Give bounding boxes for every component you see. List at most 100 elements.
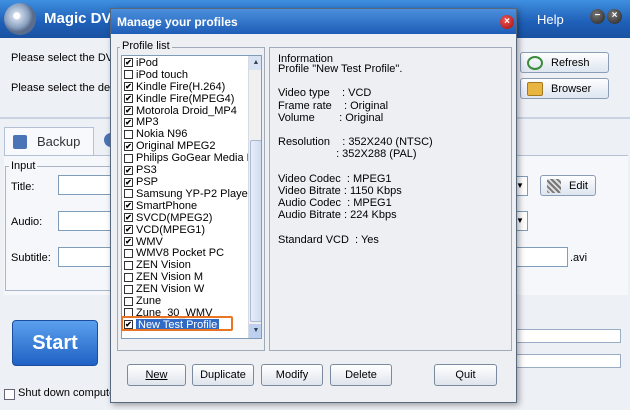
scroll-up-icon[interactable]: ▲ [249,56,261,70]
profile-item[interactable]: ✔ iPod [122,57,248,69]
profile-item[interactable]: ZEN Vision W [122,283,248,295]
profile-item[interactable]: ✔ WMV [122,236,248,248]
browser-label: Browser [551,82,592,95]
progress-bar [509,329,621,343]
profile-label: Original MPEG2 [136,140,216,153]
edit-button[interactable]: Edit [540,175,596,196]
scroll-down-icon[interactable]: ▼ [249,324,261,338]
disc-logo-icon [4,3,36,35]
profile-label: Kindle Fire(H.264) [136,80,226,93]
profile-item[interactable]: ZEN Vision [122,259,248,271]
info-line: Audio Codec : MPEG1 [278,197,392,210]
profile-checkbox[interactable]: ✔ [124,165,133,175]
profile-item[interactable]: ✔ VCD(MPEG1) [122,224,248,236]
tab-backup[interactable]: Backup [4,127,94,155]
edit-icon [547,178,561,193]
profile-checkbox[interactable] [124,260,133,270]
delete-button[interactable]: Delete [330,364,392,386]
profile-checkbox[interactable]: ✔ [124,94,133,104]
browser-button[interactable]: Browser [520,78,609,99]
profile-label: ZEN Vision [136,259,191,272]
duplicate-button[interactable]: Duplicate [192,364,254,386]
profile-checkbox[interactable]: ✔ [124,82,133,92]
help-menu[interactable]: Help [537,12,564,27]
profile-checkbox[interactable]: ✔ [124,58,133,68]
subtitle-field[interactable] [58,247,116,267]
info-line: Profile "New Test Profile". [278,63,403,75]
info-line [278,124,508,136]
profile-item[interactable]: Philips GoGear Media Play [122,152,248,164]
profile-item[interactable]: ZEN Vision M [122,271,248,283]
profile-item[interactable]: Zune [122,295,248,307]
refresh-icon [527,55,543,70]
profile-listbox[interactable]: ✔ iPod iPod touch ✔ Kindle Fire(H.264) ✔ Kindl… [121,55,262,339]
scrollbar[interactable]: ▲ ▼ [248,56,261,338]
profile-item[interactable]: ✔ Original MPEG2 [122,140,248,152]
profile-checkbox[interactable]: ✔ [124,177,133,187]
profile-label: Motorola Droid_MP4 [136,104,237,117]
new-button[interactable]: New [127,364,186,386]
profile-checkbox[interactable] [124,189,133,199]
profile-checkbox[interactable] [124,296,133,306]
profile-checkbox[interactable]: ✔ [124,106,133,116]
profile-label: Samsung YP-P2 Player [136,187,248,200]
info-line: Video type : VCD [278,87,372,100]
output-field[interactable] [508,247,568,267]
profile-checkbox[interactable] [124,248,133,258]
profile-item[interactable]: ✔ Motorola Droid_MP4 [122,105,248,117]
profile-checkbox[interactable]: ✔ [124,117,133,127]
profile-item[interactable]: ✔ SmartPhone [122,200,248,212]
refresh-button[interactable]: Refresh [520,52,609,73]
chevron-down-icon[interactable]: ▼ [516,181,524,190]
profile-checkbox[interactable] [124,153,133,163]
profile-item[interactable]: ✔ PS3 [122,164,248,176]
profile-label: WMV8 Pocket PC [136,247,225,260]
profile-item[interactable]: ✔ SVCD(MPEG2) [122,212,248,224]
profile-checkbox[interactable]: ✔ [124,213,133,223]
progress-bar-secondary [509,354,621,368]
shutdown-checkbox[interactable] [4,389,15,400]
profile-checkbox[interactable]: ✔ [124,201,133,211]
profile-checkbox[interactable]: ✔ [124,225,133,235]
info-line: Frame rate : Original [278,99,389,112]
profile-checkbox[interactable] [124,129,133,139]
modify-button[interactable]: Modify [261,364,323,386]
profile-item[interactable]: Samsung YP-P2 Player [122,188,248,200]
profile-label: MP3 [136,116,159,129]
quit-button[interactable]: Quit [434,364,497,386]
profile-checkbox[interactable] [124,284,133,294]
close-dialog-button[interactable]: × [500,15,514,29]
shutdown-label: Shut down compute [18,387,116,399]
minimize-button[interactable]: − [590,9,605,24]
audio-select[interactable] [58,211,116,231]
profile-checkbox[interactable] [124,70,133,80]
profile-item[interactable]: WMV8 Pocket PC [122,247,248,260]
info-line [278,75,508,87]
start-button[interactable]: Start [12,320,98,366]
profile-item[interactable]: Nokia N96 [122,128,248,140]
subtitle-label: Subtitle: [11,252,51,264]
destination-label: Please select the dest [11,82,119,94]
profile-checkbox[interactable]: ✔ [124,237,133,247]
tab-backup-label: Backup [37,134,81,149]
backup-icon [13,134,27,149]
profile-item[interactable]: ✔ Kindle Fire(H.264) [122,81,248,93]
edit-label: Edit [569,179,588,192]
input-legend: Input [9,160,38,172]
profile-checkbox[interactable] [124,272,133,282]
profile-list-legend: Profile list [120,40,172,52]
info-line [278,221,508,233]
info-line: Video Codec : MPEG1 [278,172,392,185]
profile-label: SVCD(MPEG2) [136,211,213,224]
scroll-thumb[interactable] [250,140,261,322]
profile-item[interactable]: iPod touch [122,69,248,81]
profile-checkbox[interactable]: ✔ [124,141,133,151]
profile-item[interactable]: ✔ Kindle Fire(MPEG4) [122,93,248,105]
profile-item[interactable]: ✔ MP3 [122,116,248,129]
profile-item[interactable]: ✔ PSP [122,176,248,188]
close-app-button[interactable]: × [607,9,622,24]
new-label: New [145,369,168,381]
title-select[interactable] [58,175,116,195]
title-label: Title: [11,181,35,193]
chevron-down-icon[interactable]: ▼ [516,216,524,225]
